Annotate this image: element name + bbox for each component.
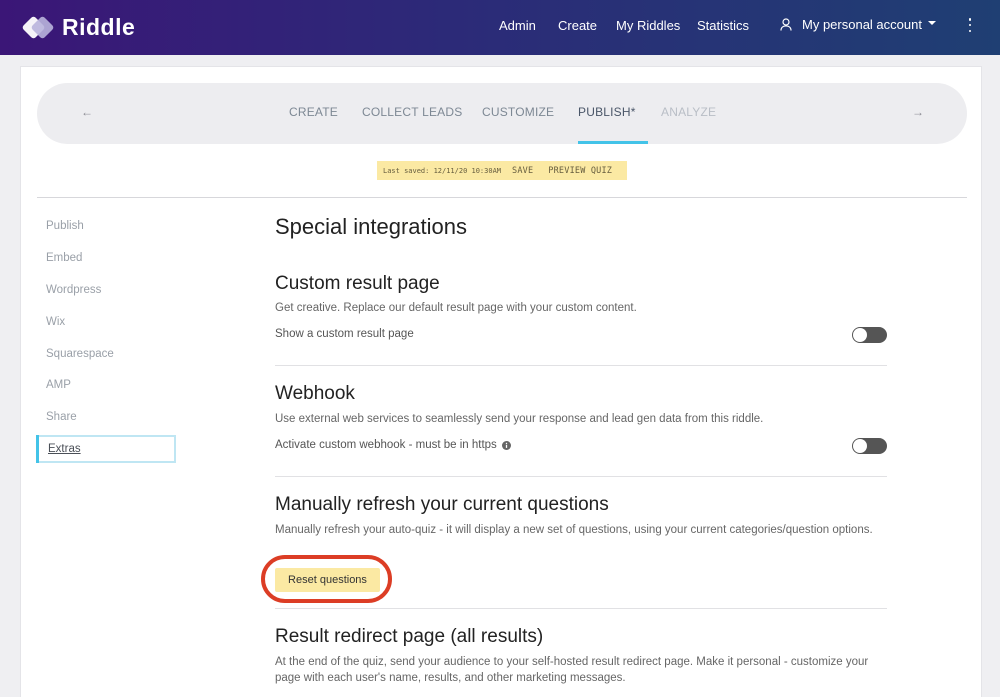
nav-statistics[interactable]: Statistics xyxy=(697,18,749,33)
person-icon xyxy=(780,18,792,31)
sidebar-item-squarespace[interactable]: Squarespace xyxy=(46,348,114,360)
sidebar-active-indicator xyxy=(36,435,39,463)
step-create[interactable]: CREATE xyxy=(289,105,338,119)
custom-result-heading: Custom result page xyxy=(275,273,440,294)
chevron-down-icon xyxy=(927,20,936,25)
refresh-description: Manually refresh your auto-quiz - it wil… xyxy=(275,524,873,536)
next-step-arrow-icon[interactable]: → xyxy=(912,105,924,119)
section-divider xyxy=(275,608,887,609)
nav-create[interactable]: Create xyxy=(558,18,597,33)
sidebar-item-wordpress[interactable]: Wordpress xyxy=(46,284,101,296)
riddle-logo-icon xyxy=(21,15,56,40)
webhook-toggle-text: Activate custom webhook - must be in htt… xyxy=(275,439,497,451)
save-button[interactable]: SAVE xyxy=(512,166,533,176)
active-step-indicator xyxy=(578,141,648,144)
step-publish[interactable]: PUBLISH* xyxy=(578,105,636,119)
sidebar-item-extras-label[interactable]: Extras xyxy=(48,443,81,455)
info-icon[interactable] xyxy=(501,440,511,450)
reset-questions-button[interactable]: Reset questions xyxy=(275,568,380,592)
account-menu[interactable]: My personal account xyxy=(780,17,936,32)
webhook-heading: Webhook xyxy=(275,383,355,404)
redirect-heading: Result redirect page (all results) xyxy=(275,626,544,647)
save-bar: Last saved: 12/11/20 10:30AM SAVE PREVIE… xyxy=(377,161,627,180)
step-navigation: ← CREATE COLLECT LEADS CUSTOMIZE PUBLISH… xyxy=(37,83,967,144)
sidebar-item-share[interactable]: Share xyxy=(46,411,77,423)
custom-result-toggle-text: Show a custom result page xyxy=(275,328,414,340)
more-vertical-icon[interactable] xyxy=(966,18,974,32)
account-label: My personal account xyxy=(802,17,922,32)
webhook-description: Use external web services to seamlessly … xyxy=(275,413,764,425)
riddle-logo[interactable]: Riddle xyxy=(21,13,136,41)
toggle-knob xyxy=(853,439,867,453)
webhook-toggle-label: Activate custom webhook - must be in htt… xyxy=(275,439,511,451)
step-collect-leads[interactable]: COLLECT LEADS xyxy=(362,105,462,119)
section-divider xyxy=(275,365,887,366)
sidebar-item-embed[interactable]: Embed xyxy=(46,252,82,264)
redirect-description: At the end of the quiz, send your audien… xyxy=(275,656,869,684)
step-analyze[interactable]: ANALYZE xyxy=(661,105,716,119)
prev-step-arrow-icon[interactable]: ← xyxy=(81,105,93,119)
top-navbar: Riddle Admin Create My Riddles Statistic… xyxy=(0,0,1000,55)
custom-result-description: Get creative. Replace our default result… xyxy=(275,302,637,314)
toggle-knob xyxy=(853,328,867,342)
custom-result-toggle[interactable] xyxy=(852,327,887,343)
last-saved-text: Last saved: 12/11/20 10:30AM xyxy=(383,166,502,175)
sidebar-item-publish[interactable]: Publish xyxy=(46,220,84,232)
custom-result-toggle-label: Show a custom result page xyxy=(275,328,414,340)
section-divider xyxy=(275,476,887,477)
preview-quiz-button[interactable]: PREVIEW QUIZ xyxy=(548,166,612,176)
refresh-heading: Manually refresh your current questions xyxy=(275,494,609,515)
logo-text: Riddle xyxy=(62,13,136,40)
main-card: ← CREATE COLLECT LEADS CUSTOMIZE PUBLISH… xyxy=(20,66,982,697)
step-customize[interactable]: CUSTOMIZE xyxy=(482,105,554,119)
webhook-toggle[interactable] xyxy=(852,438,887,454)
sidebar-item-amp[interactable]: AMP xyxy=(46,379,71,391)
sidebar-item-wix[interactable]: Wix xyxy=(46,316,65,328)
page-title: Special integrations xyxy=(275,214,468,239)
header-divider xyxy=(37,197,967,198)
nav-admin[interactable]: Admin xyxy=(499,18,536,33)
nav-my-riddles[interactable]: My Riddles xyxy=(616,18,680,33)
